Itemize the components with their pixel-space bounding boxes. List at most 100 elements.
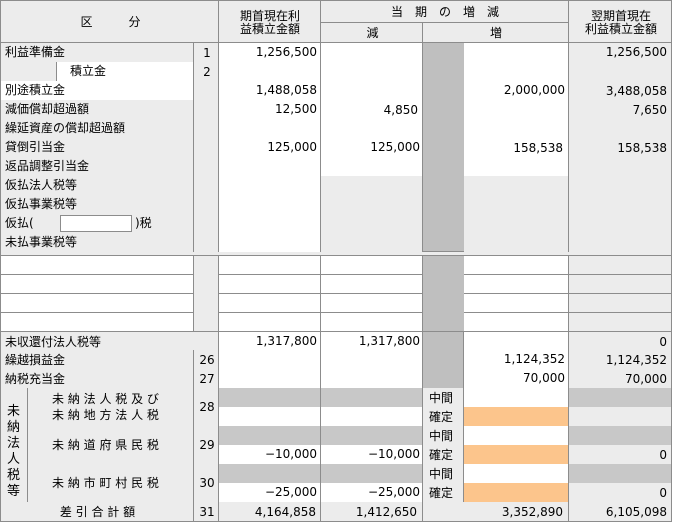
row3-increase-field[interactable]: 2,000,000 <box>463 81 568 101</box>
blank-row4-opening-field[interactable] <box>218 313 320 332</box>
row11-increase-cell <box>463 233 568 253</box>
row2-opening-field[interactable] <box>218 62 320 82</box>
row4-opening-field[interactable]: 12,500 <box>218 100 320 120</box>
blank-row1-opening-field[interactable] <box>218 256 320 275</box>
row1-no-cell: 1 <box>193 43 219 63</box>
row6-opening-field[interactable]: 125,000 <box>218 138 320 158</box>
row2-label-field[interactable]: 積立金 <box>56 62 193 82</box>
t30-mid-label-cell: 中間 <box>422 464 464 484</box>
row6-label-cell: 貸倒引当金 <box>0 138 193 158</box>
row6-increase-field[interactable]: 158,538 <box>463 138 568 158</box>
total-no-cell: 31 <box>193 502 219 522</box>
blank-row2-opening-field[interactable] <box>218 275 320 294</box>
row7-opening-field[interactable] <box>218 157 320 177</box>
t29-opening-upper <box>218 426 320 446</box>
row13-increase-field[interactable]: 1,124,352 <box>463 350 568 370</box>
row6-decrease-field[interactable]: 125,000 <box>320 138 423 158</box>
row3-label-field[interactable]: 別途積立金 <box>0 81 193 101</box>
row2-decrease-field[interactable] <box>320 62 423 82</box>
blank-row4-increase-field[interactable] <box>463 313 568 332</box>
row13-label-cell: 繰越損益金 <box>0 350 193 370</box>
row14-label: 納税充当金 <box>5 372 66 386</box>
row14-increase-field[interactable]: 70,000 <box>463 369 568 389</box>
row5-increase-field[interactable] <box>463 119 568 139</box>
total-label: 差 引 合 計 額 <box>59 505 136 519</box>
blank-row2-label-field[interactable] <box>0 275 193 294</box>
row9-label: 仮払事業税等 <box>5 197 78 211</box>
row3-label: 別途積立金 <box>5 83 66 97</box>
row11-opening-field[interactable] <box>218 233 320 253</box>
row10-tax-name-input[interactable] <box>60 215 132 232</box>
t28-conf-field[interactable] <box>463 407 568 427</box>
row1-increase-field[interactable] <box>463 43 568 63</box>
rows3-11-no-column <box>193 81 219 253</box>
row5-decrease-field[interactable] <box>320 119 423 139</box>
row14-opening-field[interactable] <box>218 369 320 389</box>
total-opening-cell: 4,164,858 <box>218 502 320 522</box>
row1-decrease-field[interactable] <box>320 43 423 63</box>
t29-decrease-upper <box>320 426 423 446</box>
blank-row2-increase-field[interactable] <box>463 275 568 294</box>
t28-decrease-field[interactable] <box>320 407 423 427</box>
row8-increase-cell <box>463 176 568 196</box>
t30-opening-field[interactable]: −25,000 <box>218 483 320 503</box>
blank-row1-closing-cell <box>568 256 672 275</box>
blank-row1-increase-field[interactable] <box>463 256 568 275</box>
blank-row3-increase-field[interactable] <box>463 294 568 313</box>
row3-opening-field[interactable]: 1,488,058 <box>218 81 320 101</box>
row12-opening-field[interactable]: 1,317,800 <box>218 331 320 351</box>
t30-conf-field[interactable] <box>463 483 568 503</box>
row2-no-cell: 2 <box>193 62 219 82</box>
t28-label-cell: 未 納 法 人 税 及 び 未 納 地 方 法 人 税 <box>27 388 193 427</box>
blank-row3-label-field[interactable] <box>0 294 193 313</box>
t30-closing-upper <box>568 464 672 484</box>
header-kubun: 区 分 <box>80 15 141 29</box>
row11-decrease-cell <box>320 233 423 253</box>
row13-decrease-field[interactable] <box>320 350 423 370</box>
row5-opening-field[interactable] <box>218 119 320 139</box>
row2-increase-field[interactable] <box>463 62 568 82</box>
t29-opening-field[interactable]: −10,000 <box>218 445 320 465</box>
t28-opening-field[interactable] <box>218 407 320 427</box>
t28-mid-field[interactable] <box>463 388 568 408</box>
t29-closing-upper <box>568 426 672 446</box>
row14-label-cell: 納税充当金 <box>0 369 193 389</box>
total-decrease-cell: 1,412,650 <box>320 502 423 522</box>
header-period-change-cell: 当 期 の 増 減 <box>320 0 568 23</box>
header-decrease: 減 <box>366 26 379 40</box>
t29-decrease-field[interactable]: −10,000 <box>320 445 423 465</box>
t30-mid-field[interactable] <box>463 464 568 484</box>
row12-decrease-field[interactable]: 1,317,800 <box>320 331 423 351</box>
blank-row1-decrease-field[interactable] <box>320 256 423 275</box>
row7-increase-field[interactable] <box>463 157 568 177</box>
blank-row3-opening-field[interactable] <box>218 294 320 313</box>
header-opening-line2: 益積立金額 <box>239 22 300 36</box>
row9-opening-field[interactable] <box>218 195 320 215</box>
row4-decrease-field[interactable]: 4,850 <box>320 100 423 120</box>
blank-row2-decrease-field[interactable] <box>320 275 423 294</box>
header-kubun-cell: 区 分 <box>0 0 219 43</box>
row12-increase-field[interactable] <box>463 331 568 351</box>
row13-opening-field[interactable] <box>218 350 320 370</box>
blank-row4-decrease-field[interactable] <box>320 313 423 332</box>
t30-decrease-field[interactable]: −25,000 <box>320 483 423 503</box>
blank-row4-label-field[interactable] <box>0 313 193 332</box>
row2-no: 2 <box>203 65 211 79</box>
row6-label: 貸倒引当金 <box>5 140 66 154</box>
row3-closing-cell: 3,488,058 <box>568 81 672 101</box>
row1-opening-field[interactable]: 1,256,500 <box>218 43 320 63</box>
row7-closing-cell <box>568 157 672 177</box>
t29-conf-field[interactable] <box>463 445 568 465</box>
t29-mid-field[interactable] <box>463 426 568 446</box>
row10-opening-field[interactable] <box>218 214 320 234</box>
t30-conf-label-cell: 確定 <box>422 483 464 503</box>
row8-opening-field[interactable] <box>218 176 320 196</box>
row3-decrease-field[interactable] <box>320 81 423 101</box>
header-increase-cell: 増 <box>422 22 568 43</box>
row14-decrease-field[interactable] <box>320 369 423 389</box>
row7-decrease-field[interactable] <box>320 157 423 177</box>
blank-row3-decrease-field[interactable] <box>320 294 423 313</box>
blank-row1-label-field[interactable] <box>0 256 193 275</box>
row4-increase-field[interactable] <box>463 100 568 120</box>
row2-label-indent <box>0 62 56 82</box>
